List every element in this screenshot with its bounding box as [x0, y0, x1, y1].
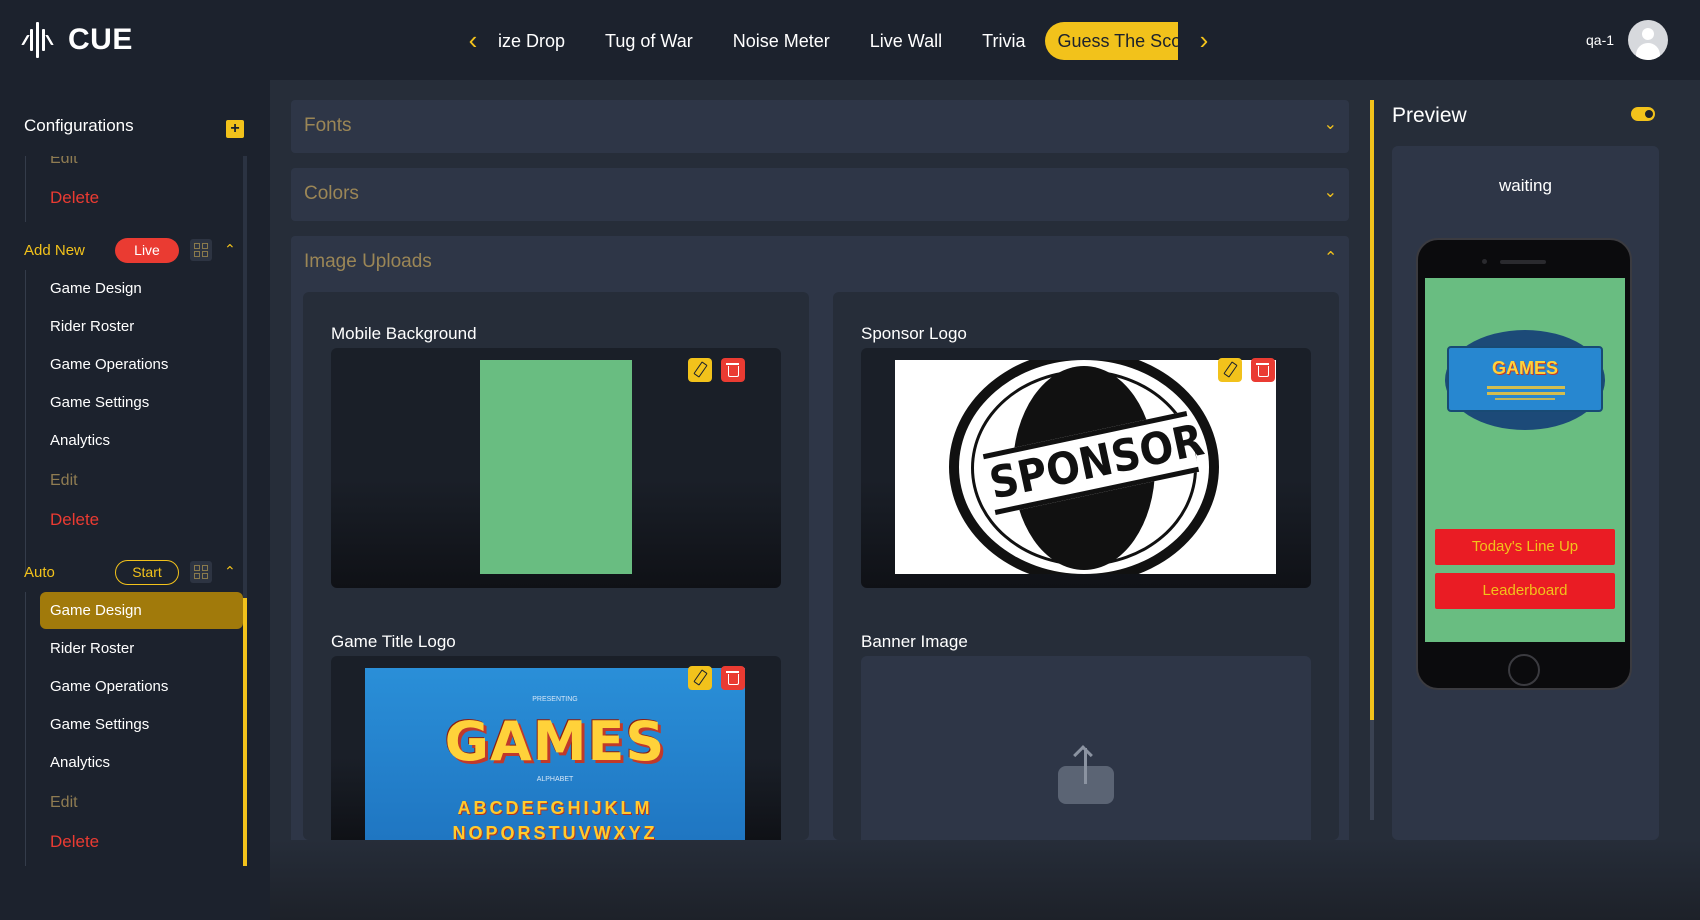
preview-title: Preview [1392, 104, 1467, 127]
logo-text: CUE [68, 23, 133, 56]
sidebar-item-analytics[interactable]: Analytics [50, 754, 110, 771]
add-configuration-button[interactable]: + [226, 120, 244, 138]
section-title: Fonts [304, 115, 352, 136]
section-title[interactable]: Image Uploads [304, 251, 432, 273]
edit-icon[interactable] [688, 358, 712, 382]
colors-section[interactable]: Colors ⌄ [291, 168, 1349, 221]
user-name: qa-1 [1586, 32, 1615, 48]
collapse-group-icon[interactable]: ⌄ [224, 562, 236, 579]
chevron-down-icon[interactable]: ⌄ [1324, 114, 1337, 134]
phone-mockup: GAMES Today's Line Up Leaderboard [1416, 238, 1632, 690]
config-group-add-new[interactable]: Add New [24, 242, 85, 259]
avatar[interactable] [1628, 20, 1668, 60]
image-uploads-section: Image Uploads ⌄ Mobile Background Game T… [291, 236, 1349, 840]
image-letters: NOPQRSTUVWXYZ [452, 823, 658, 840]
sidebar-item-delete[interactable]: Delete [50, 188, 99, 208]
upload-label: Game Title Logo [331, 632, 456, 651]
sidebar-item-analytics[interactable]: Analytics [50, 432, 110, 449]
app-logo[interactable]: CUE [21, 18, 133, 62]
preview-panel: Preview waiting GAMES Today's Line Up Le… [1370, 80, 1700, 840]
start-button[interactable]: Start [115, 560, 179, 585]
preview-scrollbar[interactable] [1370, 720, 1374, 820]
sponsor-logo-image[interactable]: SPONSOR [861, 348, 1311, 588]
sidebar-item-game-settings[interactable]: Game Settings [50, 716, 149, 733]
sidebar-item-game-design-active[interactable]: Game Design [50, 602, 142, 619]
chevron-down-icon[interactable]: ⌄ [1324, 182, 1337, 202]
upload-label: Mobile Background [331, 324, 477, 343]
upload-label: Sponsor Logo [861, 324, 967, 343]
sidebar: Configurations + Edit Delete Add New Liv… [0, 80, 270, 920]
tab-live-wall[interactable]: Live Wall [850, 22, 962, 60]
sidebar-title: Configurations [24, 116, 134, 135]
bottom-strip [270, 840, 1700, 920]
tabs-next-button[interactable]: › [1195, 27, 1213, 53]
image-caption: ALPHABET [536, 776, 574, 783]
sidebar-item-game-operations[interactable]: Game Operations [50, 356, 168, 373]
status-badge-live[interactable]: Live [115, 238, 179, 263]
image-caption: PRESENTING [532, 696, 578, 703]
game-tabs: ize Drop Tug of War Noise Meter Live Wal… [498, 22, 1178, 60]
phone-screen: GAMES Today's Line Up Leaderboard [1425, 278, 1625, 642]
fonts-section[interactable]: Fonts ⌄ [291, 100, 1349, 153]
top-bar: CUE ‹ ize Drop Tug of War Noise Meter Li… [0, 0, 1700, 80]
game-title-logo-image[interactable]: PRESENTING GAMES ALPHABET ABCDEFGHIJKLM … [331, 656, 781, 840]
leaderboard-button[interactable]: Leaderboard [1435, 573, 1615, 609]
sidebar-item-game-settings[interactable]: Game Settings [50, 394, 149, 411]
preview-card: waiting GAMES Today's Line Up Leaderboar… [1392, 146, 1659, 840]
image-letters: ABCDEFGHIJKLM [457, 798, 653, 818]
tab-noise-meter[interactable]: Noise Meter [713, 22, 850, 60]
sidebar-item-edit[interactable]: Edit [50, 794, 78, 812]
config-group-auto[interactable]: Auto [24, 564, 55, 581]
upload-card-mobile-background: Mobile Background Game Title Logo PRESEN… [303, 292, 809, 840]
qr-code-icon[interactable] [190, 561, 212, 583]
sidebar-item-delete[interactable]: Delete [50, 510, 99, 530]
cue-logo-icon [21, 18, 62, 62]
mobile-background-image[interactable] [331, 348, 781, 588]
delete-icon[interactable] [1251, 358, 1275, 382]
sidebar-item-rider-roster[interactable]: Rider Roster [50, 318, 134, 335]
games-logo-text: GAMES [444, 710, 666, 773]
tab-prize-drop[interactable]: ize Drop [498, 22, 585, 60]
sidebar-list: Edit Delete Add New Live ⌄ Game Design R… [0, 156, 250, 866]
collapse-group-icon[interactable]: ⌄ [224, 240, 236, 257]
edit-icon[interactable] [1218, 358, 1242, 382]
tab-tug-of-war[interactable]: Tug of War [585, 22, 713, 60]
delete-icon[interactable] [721, 666, 745, 690]
phone-home-button [1508, 654, 1540, 686]
section-title: Colors [304, 183, 359, 204]
delete-icon[interactable] [721, 358, 745, 382]
sidebar-item-edit[interactable]: Edit [50, 472, 78, 490]
sidebar-item-game-operations[interactable]: Game Operations [50, 678, 168, 695]
edit-icon[interactable] [688, 666, 712, 690]
tab-trivia[interactable]: Trivia [962, 22, 1045, 60]
sidebar-item-game-design[interactable]: Game Design [50, 280, 142, 297]
game-status: waiting [1499, 176, 1552, 195]
preview-toggle[interactable] [1631, 107, 1655, 121]
upload-card-sponsor-logo: Sponsor Logo SPONSOR Banner Image [833, 292, 1339, 840]
chevron-up-icon[interactable]: ⌄ [1324, 246, 1337, 266]
tabs-prev-button[interactable]: ‹ [464, 27, 482, 53]
sidebar-item-edit[interactable]: Edit [50, 156, 78, 168]
banner-image-dropzone[interactable] [861, 656, 1311, 840]
upload-label: Banner Image [861, 632, 968, 651]
tab-guess-the-score[interactable]: Guess The Score [1045, 22, 1178, 60]
sidebar-item-delete[interactable]: Delete [50, 832, 99, 852]
game-logo-thumbnail: GAMES [1447, 346, 1603, 412]
qr-code-icon[interactable] [190, 239, 212, 261]
todays-line-up-button[interactable]: Today's Line Up [1435, 529, 1615, 565]
main-panel: Fonts ⌄ Colors ⌄ Image Uploads ⌄ Mobile … [270, 80, 1370, 840]
preview-scrollbar-thumb[interactable] [1370, 100, 1374, 720]
sidebar-item-rider-roster[interactable]: Rider Roster [50, 640, 134, 657]
